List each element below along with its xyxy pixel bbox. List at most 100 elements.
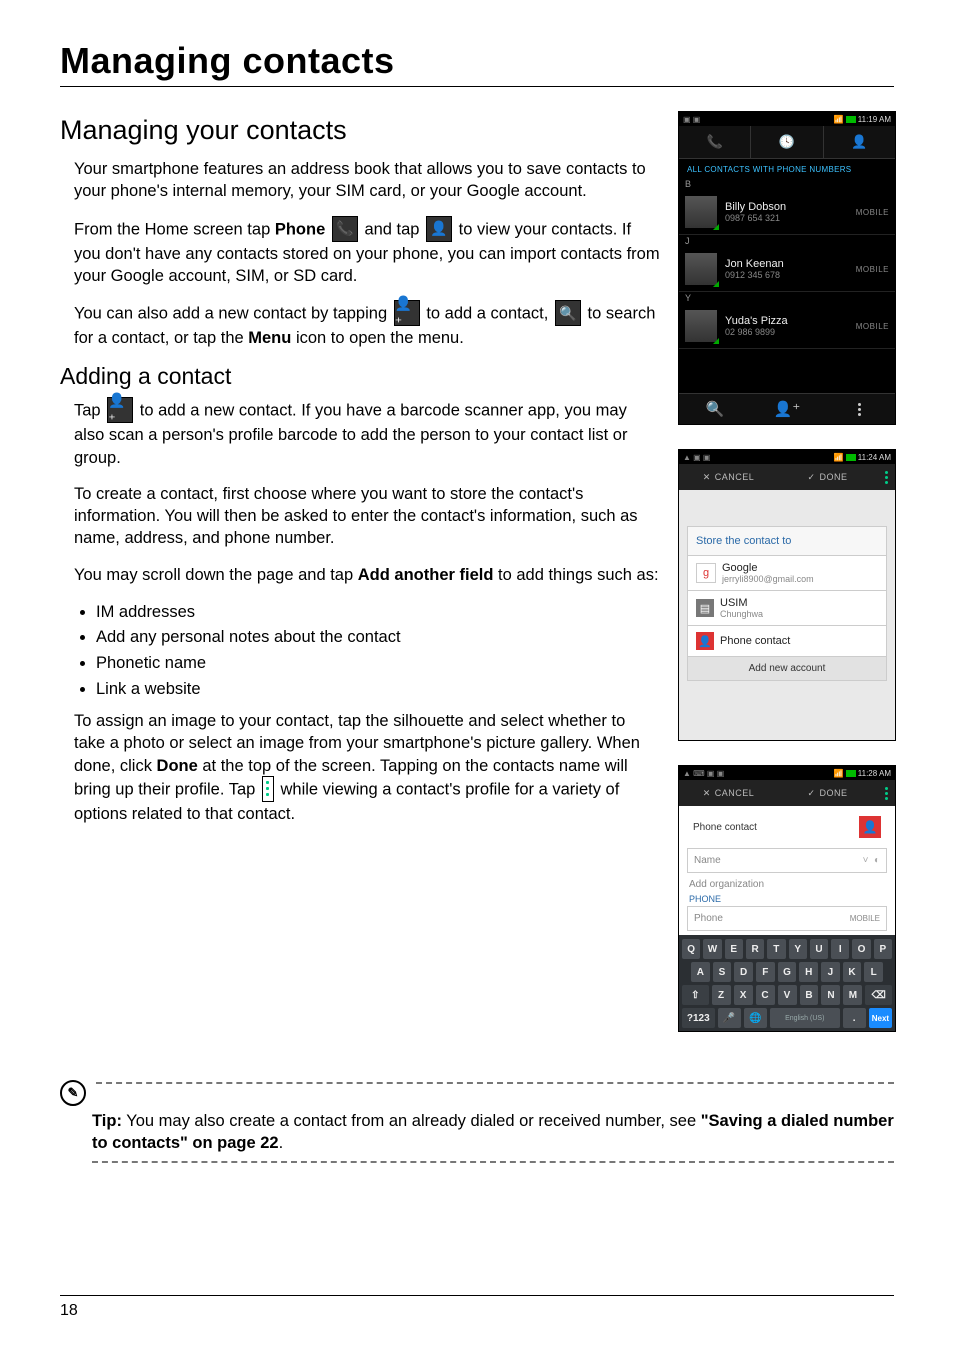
- option-subtitle: jerryli8900@gmail.com: [722, 574, 814, 584]
- list-item: Add any personal notes about the contact: [96, 625, 660, 651]
- title-rule: [60, 86, 894, 87]
- key-w[interactable]: W: [703, 939, 721, 959]
- key-h[interactable]: H: [799, 962, 818, 982]
- contact-type: MOBILE: [856, 208, 889, 217]
- key-f[interactable]: F: [756, 962, 775, 982]
- status-bar: ▲ ⌨ ▣ ▣ 📶 11:28 AM: [679, 766, 895, 780]
- cancel-button[interactable]: ✕ CANCEL: [679, 472, 778, 483]
- key-z[interactable]: Z: [712, 985, 731, 1005]
- key-⇧[interactable]: ⇧: [682, 985, 709, 1005]
- tab-recent[interactable]: 🕓: [751, 126, 823, 158]
- key-🌐[interactable]: 🌐: [744, 1008, 767, 1028]
- key-n[interactable]: N: [821, 985, 840, 1005]
- add-contact-button[interactable]: 👤⁺: [751, 394, 823, 424]
- menu-button[interactable]: [877, 792, 895, 795]
- key-y[interactable]: Y: [789, 939, 807, 959]
- list-item: Link a website: [96, 677, 660, 703]
- list-item: Phonetic name: [96, 651, 660, 677]
- contact-number: 0987 654 321: [725, 213, 786, 223]
- keyboard[interactable]: QWERTYUIOP ASDFGHJKL ⇧ZXCVBNM⌫ ?123🎤🌐Eng…: [679, 935, 895, 1031]
- key-i[interactable]: I: [831, 939, 849, 959]
- from-home-paragraph: From the Home screen tap Phone 📞 and tap…: [60, 217, 660, 288]
- contact-name: Billy Dobson: [725, 201, 786, 213]
- key-o[interactable]: O: [852, 939, 870, 959]
- key-t[interactable]: T: [767, 939, 785, 959]
- battery-icon: [846, 454, 856, 461]
- tip-body: You may also create a contact from an al…: [122, 1112, 701, 1130]
- key-c[interactable]: C: [756, 985, 775, 1005]
- key-🎤[interactable]: 🎤: [718, 1008, 741, 1028]
- key-b[interactable]: B: [800, 985, 819, 1005]
- text-fragment: to add a contact,: [426, 304, 553, 322]
- add-organization-button[interactable]: Add organization: [679, 877, 895, 892]
- avatar: [685, 196, 717, 228]
- menu-button[interactable]: [823, 394, 895, 424]
- contact-type-row[interactable]: Phone contact 👤: [687, 810, 887, 844]
- text-fragment: to add a new contact. If you have a barc…: [74, 402, 627, 467]
- screenshot-edit-contact: ▲ ⌨ ▣ ▣ 📶 11:28 AM ✕ CANCEL ✓ DONE Phone…: [678, 765, 896, 1032]
- store-to-label: Store the contact to: [687, 526, 887, 556]
- text-fragment: Tap: [74, 402, 105, 420]
- key-u[interactable]: U: [810, 939, 828, 959]
- action-bar[interactable]: ✕ CANCEL ✓ DONE: [679, 464, 895, 490]
- phone-field[interactable]: Phone MOBILE: [687, 906, 887, 931]
- key-m[interactable]: M: [843, 985, 862, 1005]
- wifi-icon: 📶: [834, 115, 844, 124]
- key-a[interactable]: A: [691, 962, 710, 982]
- key-v[interactable]: V: [778, 985, 797, 1005]
- option-usim[interactable]: ▤ USIM Chunghwa: [687, 591, 887, 626]
- text-fragment: From the Home screen tap: [74, 220, 275, 238]
- phone-label: Phone: [275, 220, 325, 238]
- key-j[interactable]: J: [821, 962, 840, 982]
- key-english (us)[interactable]: English (US): [770, 1008, 840, 1028]
- option-google[interactable]: g Google jerryli8900@gmail.com: [687, 556, 887, 591]
- status-bar: ▲ ▣ ▣ 📶 11:24 AM: [679, 450, 895, 464]
- key-k[interactable]: K: [843, 962, 862, 982]
- option-phone-contact[interactable]: 👤 Phone contact: [687, 626, 887, 657]
- action-bar[interactable]: ✕ CANCEL ✓ DONE: [679, 780, 895, 806]
- section-heading-adding: Adding a contact: [60, 363, 660, 390]
- key-d[interactable]: D: [734, 962, 753, 982]
- key-r[interactable]: R: [746, 939, 764, 959]
- avatar-placeholder[interactable]: 👤: [859, 816, 881, 838]
- key-?123[interactable]: ?123: [682, 1008, 715, 1028]
- key-e[interactable]: E: [725, 939, 743, 959]
- avatar: [685, 310, 717, 342]
- footer-rule: [60, 1295, 894, 1296]
- contact-type: MOBILE: [856, 265, 889, 274]
- done-button[interactable]: ✓ DONE: [778, 788, 877, 799]
- menu-button[interactable]: [877, 476, 895, 479]
- search-icon: 🔍: [555, 300, 581, 326]
- done-button[interactable]: ✓ DONE: [778, 472, 877, 483]
- contact-row[interactable]: Billy Dobson 0987 654 321 MOBILE: [679, 190, 895, 235]
- phone-section-label: PHONE: [679, 892, 895, 906]
- wifi-icon: 📶: [834, 769, 844, 778]
- bottom-toolbar[interactable]: 🔍 👤⁺: [679, 393, 895, 424]
- phone-placeholder: Phone: [694, 913, 723, 924]
- contact-row[interactable]: Yuda's Pizza 02 986 9899 MOBILE: [679, 304, 895, 349]
- search-button[interactable]: 🔍: [679, 394, 751, 424]
- tab-phone[interactable]: 📞: [679, 126, 751, 158]
- key-q[interactable]: Q: [682, 939, 700, 959]
- name-field[interactable]: Name ˅ ◐: [687, 848, 887, 873]
- tab-bar[interactable]: 📞 🕓 👤: [679, 126, 895, 159]
- key-.[interactable]: .: [843, 1008, 866, 1028]
- key-next[interactable]: Next: [869, 1008, 892, 1028]
- option-title: USIM: [720, 597, 763, 609]
- contact-row[interactable]: Jon Keenan 0912 345 678 MOBILE: [679, 247, 895, 292]
- key-s[interactable]: S: [713, 962, 732, 982]
- letter-divider-y: Y: [679, 292, 895, 304]
- key-⌫[interactable]: ⌫: [865, 985, 892, 1005]
- key-l[interactable]: L: [864, 962, 883, 982]
- option-title: Google: [722, 562, 814, 574]
- phone-type-label[interactable]: MOBILE: [850, 914, 880, 923]
- key-x[interactable]: X: [734, 985, 753, 1005]
- assign-image-paragraph: To assign an image to your contact, tap …: [60, 710, 660, 825]
- add-new-account-button[interactable]: Add new account: [687, 657, 887, 681]
- tab-contacts[interactable]: 👤: [824, 126, 895, 158]
- key-p[interactable]: P: [874, 939, 892, 959]
- cancel-button[interactable]: ✕ CANCEL: [679, 788, 778, 799]
- phone-icon: 📞: [332, 216, 358, 242]
- key-g[interactable]: G: [778, 962, 797, 982]
- expand-icon[interactable]: ˅ ◐: [863, 855, 880, 866]
